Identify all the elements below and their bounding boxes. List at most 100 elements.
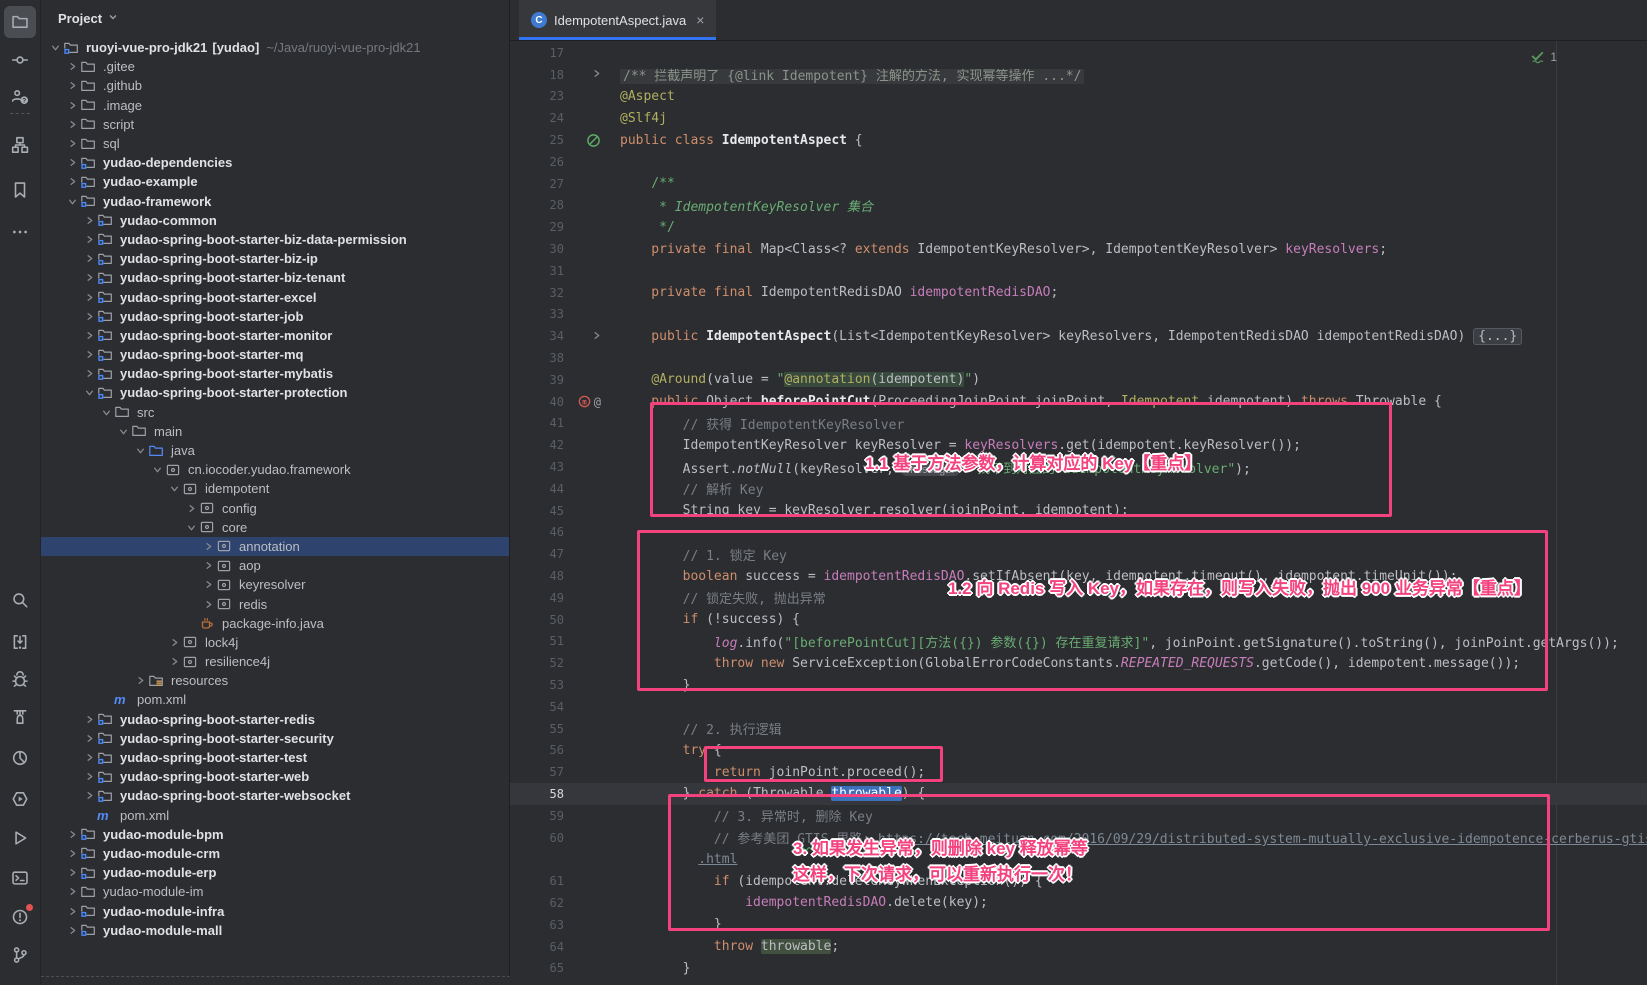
code-line-42[interactable]: 42 IdempotentKeyResolver keyResolver = k… — [510, 434, 1647, 456]
chevron-right-icon[interactable] — [81, 293, 97, 302]
tree-item-yudao-spring-boot-starter-mybatis[interactable]: yudao-spring-boot-starter-mybatis — [41, 364, 509, 383]
chevron-right-icon[interactable] — [64, 830, 80, 839]
line-number[interactable]: 30 — [510, 242, 564, 256]
line-number[interactable]: 29 — [510, 220, 564, 234]
tree-item-yudao-spring-boot-starter-test[interactable]: yudao-spring-boot-starter-test — [41, 748, 509, 767]
code-line-47[interactable]: 47 // 1. 锁定 Key — [510, 543, 1647, 565]
tree-item-redis[interactable]: redis — [41, 594, 509, 613]
chevron-down-icon[interactable] — [166, 484, 182, 493]
tree-item-yudao-spring-boot-starter-monitor[interactable]: yudao-spring-boot-starter-monitor — [41, 326, 509, 345]
project-panel-header[interactable]: Project — [41, 0, 509, 36]
chevron-right-icon[interactable] — [64, 177, 80, 186]
line-number[interactable]: 45 — [510, 504, 564, 518]
tree-item-yudao-module-erp[interactable]: yudao-module-erp — [41, 863, 509, 882]
tree-item-resilience4j[interactable]: resilience4j — [41, 652, 509, 671]
code-line-28[interactable]: 28 * IdempotentKeyResolver 集合 — [510, 195, 1647, 217]
chevron-right-icon[interactable] — [200, 542, 216, 551]
line-number[interactable]: 33 — [510, 307, 564, 321]
tree-item--github[interactable]: .github — [41, 76, 509, 95]
close-icon[interactable]: × — [696, 12, 704, 28]
line-number[interactable]: 38 — [510, 351, 564, 365]
line-number[interactable]: 61 — [510, 874, 564, 888]
tree-item-idempotent[interactable]: idempotent — [41, 479, 509, 498]
tree-item-resources[interactable]: resources — [41, 671, 509, 690]
chevron-down-icon[interactable] — [47, 43, 63, 52]
code-line-62[interactable]: 62 idempotentRedisDAO.delete(key); — [510, 892, 1647, 914]
problems-icon[interactable] — [4, 901, 36, 933]
chevron-right-icon[interactable] — [183, 504, 199, 513]
chevron-right-icon[interactable] — [81, 772, 97, 781]
line-number[interactable]: 34 — [510, 329, 564, 343]
line-number[interactable]: 44 — [510, 482, 564, 496]
tree-item--gitee[interactable]: .gitee — [41, 57, 509, 76]
chevron-right-icon[interactable] — [81, 254, 97, 263]
tree-item-aop[interactable]: aop — [41, 556, 509, 575]
chevron-right-icon[interactable] — [81, 369, 97, 378]
search-icon[interactable] — [4, 584, 36, 616]
code-line-33[interactable]: 33 — [510, 304, 1647, 326]
line-number[interactable]: 40 — [510, 395, 564, 409]
line-number[interactable]: 25 — [510, 133, 564, 147]
tree-item-package-info-java[interactable]: package-info.java — [41, 614, 509, 633]
tree-item-yudao-spring-boot-starter-biz-data-permission[interactable]: yudao-spring-boot-starter-biz-data-permi… — [41, 230, 509, 249]
line-number[interactable]: 54 — [510, 700, 564, 714]
code-line-43[interactable]: 43 Assert.notNull(keyResolver, message: … — [510, 456, 1647, 478]
code-line-34[interactable]: 34 public IdempotentAspect(List<Idempote… — [510, 325, 1647, 347]
tree-item-yudao-spring-boot-starter-protection[interactable]: yudao-spring-boot-starter-protection — [41, 383, 509, 402]
line-number[interactable]: 17 — [510, 46, 564, 60]
tree-item-yudao-dependencies[interactable]: yudao-dependencies — [41, 153, 509, 172]
terminal-icon[interactable] — [4, 862, 36, 894]
profiler-icon[interactable] — [4, 742, 36, 774]
chevron-right-icon[interactable] — [81, 312, 97, 321]
tree-item-yudao-module-bpm[interactable]: yudao-module-bpm — [41, 825, 509, 844]
line-number[interactable]: 53 — [510, 678, 564, 692]
tree-item-yudao-spring-boot-starter-mq[interactable]: yudao-spring-boot-starter-mq — [41, 345, 509, 364]
chevron-right-icon[interactable] — [132, 676, 148, 685]
chevron-down-icon[interactable] — [64, 197, 80, 206]
chevron-right-icon[interactable] — [200, 600, 216, 609]
gutter[interactable] — [564, 329, 606, 344]
line-number[interactable]: 62 — [510, 896, 564, 910]
code-line-53[interactable]: 53 } — [510, 674, 1647, 696]
structure-icon[interactable] — [4, 129, 36, 161]
chevron-right-icon[interactable] — [81, 715, 97, 724]
line-number[interactable]: 64 — [510, 940, 564, 954]
code-line-55[interactable]: 55 // 2. 执行逻辑 — [510, 718, 1647, 740]
chevron-right-icon[interactable] — [64, 926, 80, 935]
code-line-64[interactable]: 64 throw throwable; — [510, 936, 1647, 958]
line-number[interactable]: 55 — [510, 722, 564, 736]
line-number[interactable]: 41 — [510, 416, 564, 430]
tree-item-yudao-spring-boot-starter-biz-ip[interactable]: yudao-spring-boot-starter-biz-ip — [41, 249, 509, 268]
tree-item-yudao-spring-boot-starter-websocket[interactable]: yudao-spring-boot-starter-websocket — [41, 786, 509, 805]
chevron-right-icon[interactable] — [64, 101, 80, 110]
tree-item-yudao-framework[interactable]: yudao-framework — [41, 192, 509, 211]
code-line-51[interactable]: 51 log.info("[beforePointCut][方法({}) 参数(… — [510, 631, 1647, 653]
tree-item-yudao-common[interactable]: yudao-common — [41, 211, 509, 230]
line-number[interactable]: 26 — [510, 155, 564, 169]
chevron-right-icon[interactable] — [81, 331, 97, 340]
tree-item-yudao-module-im[interactable]: yudao-module-im — [41, 882, 509, 901]
chevron-right-icon[interactable] — [81, 734, 97, 743]
code-line-18[interactable]: 18/** 拦截声明了 {@link Idempotent} 注解的方法, 实现… — [510, 64, 1647, 86]
services-icon[interactable] — [4, 783, 36, 815]
code-line-60[interactable]: 60 // 参考美团 GTIS 思路: https://tech.meituan… — [510, 827, 1647, 849]
code-line-29[interactable]: 29 */ — [510, 216, 1647, 238]
chevron-down-icon[interactable] — [132, 446, 148, 455]
line-number[interactable]: 65 — [510, 961, 564, 975]
code-line-40[interactable]: 40m@ public Object beforePointCut(Procee… — [510, 391, 1647, 413]
code-line-49[interactable]: 49 // 锁定失败, 抛出异常 — [510, 587, 1647, 609]
tree-item-yudao-spring-boot-starter-redis[interactable]: yudao-spring-boot-starter-redis — [41, 710, 509, 729]
code-line-44[interactable]: 44 // 解析 Key — [510, 478, 1647, 500]
gutter[interactable]: m@ — [564, 394, 606, 409]
run-icon[interactable] — [4, 822, 36, 854]
commit-icon[interactable] — [4, 44, 36, 76]
tree-item-keyresolver[interactable]: keyresolver — [41, 575, 509, 594]
line-number[interactable]: 32 — [510, 286, 564, 300]
version-control-icon[interactable] — [4, 939, 36, 971]
line-number[interactable]: 43 — [510, 460, 564, 474]
gutter[interactable] — [564, 133, 606, 148]
line-number[interactable]: 56 — [510, 743, 564, 757]
misc-tool-icon[interactable] — [4, 626, 36, 658]
tree-item-java[interactable]: java — [41, 441, 509, 460]
tree-item-yudao-spring-boot-starter-biz-tenant[interactable]: yudao-spring-boot-starter-biz-tenant — [41, 268, 509, 287]
